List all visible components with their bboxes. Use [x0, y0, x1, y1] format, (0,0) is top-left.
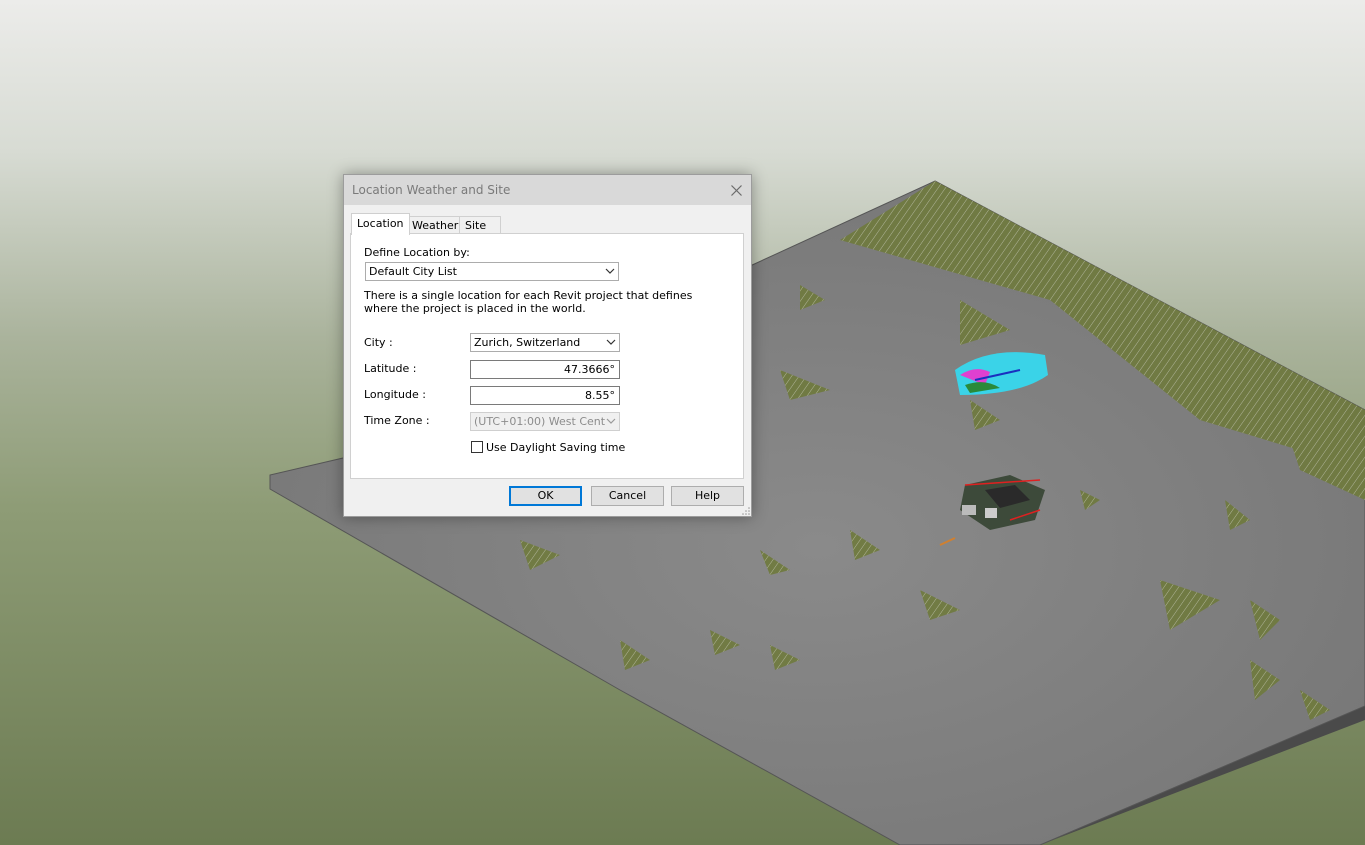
resize-grip-icon[interactable] — [742, 507, 750, 515]
timezone-value: (UTC+01:00) West Centra — [474, 415, 617, 428]
help-button[interactable]: Help — [671, 486, 744, 506]
chevron-down-icon — [605, 268, 615, 274]
define-location-label: Define Location by: — [364, 246, 470, 259]
define-location-value: Default City List — [369, 265, 457, 278]
define-location-dropdown[interactable]: Default City List — [365, 262, 619, 281]
tab-site[interactable]: Site — [459, 216, 501, 234]
timezone-dropdown: (UTC+01:00) West Centra — [470, 412, 620, 431]
latitude-field[interactable]: 47.3666° — [470, 360, 620, 379]
longitude-field[interactable]: 8.55° — [470, 386, 620, 405]
city-value: Zurich, Switzerland — [474, 336, 581, 349]
timezone-label: Time Zone : — [364, 414, 430, 427]
cancel-button[interactable]: Cancel — [591, 486, 664, 506]
latitude-label: Latitude : — [364, 362, 417, 375]
location-weather-site-dialog: Location Weather and Site Location Weath… — [343, 174, 752, 517]
location-description: There is a single location for each Revi… — [364, 289, 693, 315]
city-dropdown[interactable]: Zurich, Switzerland — [470, 333, 620, 352]
dialog-titlebar[interactable]: Location Weather and Site — [344, 175, 751, 205]
chevron-down-icon — [606, 339, 616, 345]
city-label: City : — [364, 336, 393, 349]
tab-weather[interactable]: Weather — [406, 216, 465, 234]
close-icon — [730, 184, 742, 196]
location-tab-panel: Define Location by: Default City List Th… — [350, 233, 744, 479]
dialog-title: Location Weather and Site — [352, 183, 511, 197]
chevron-down-icon — [606, 416, 616, 426]
close-button[interactable] — [721, 175, 751, 205]
longitude-label: Longitude : — [364, 388, 426, 401]
ok-button[interactable]: OK — [509, 486, 582, 506]
daylight-saving-checkbox[interactable] — [471, 441, 483, 453]
tab-location[interactable]: Location — [351, 213, 410, 235]
daylight-saving-label: Use Daylight Saving time — [486, 441, 626, 454]
